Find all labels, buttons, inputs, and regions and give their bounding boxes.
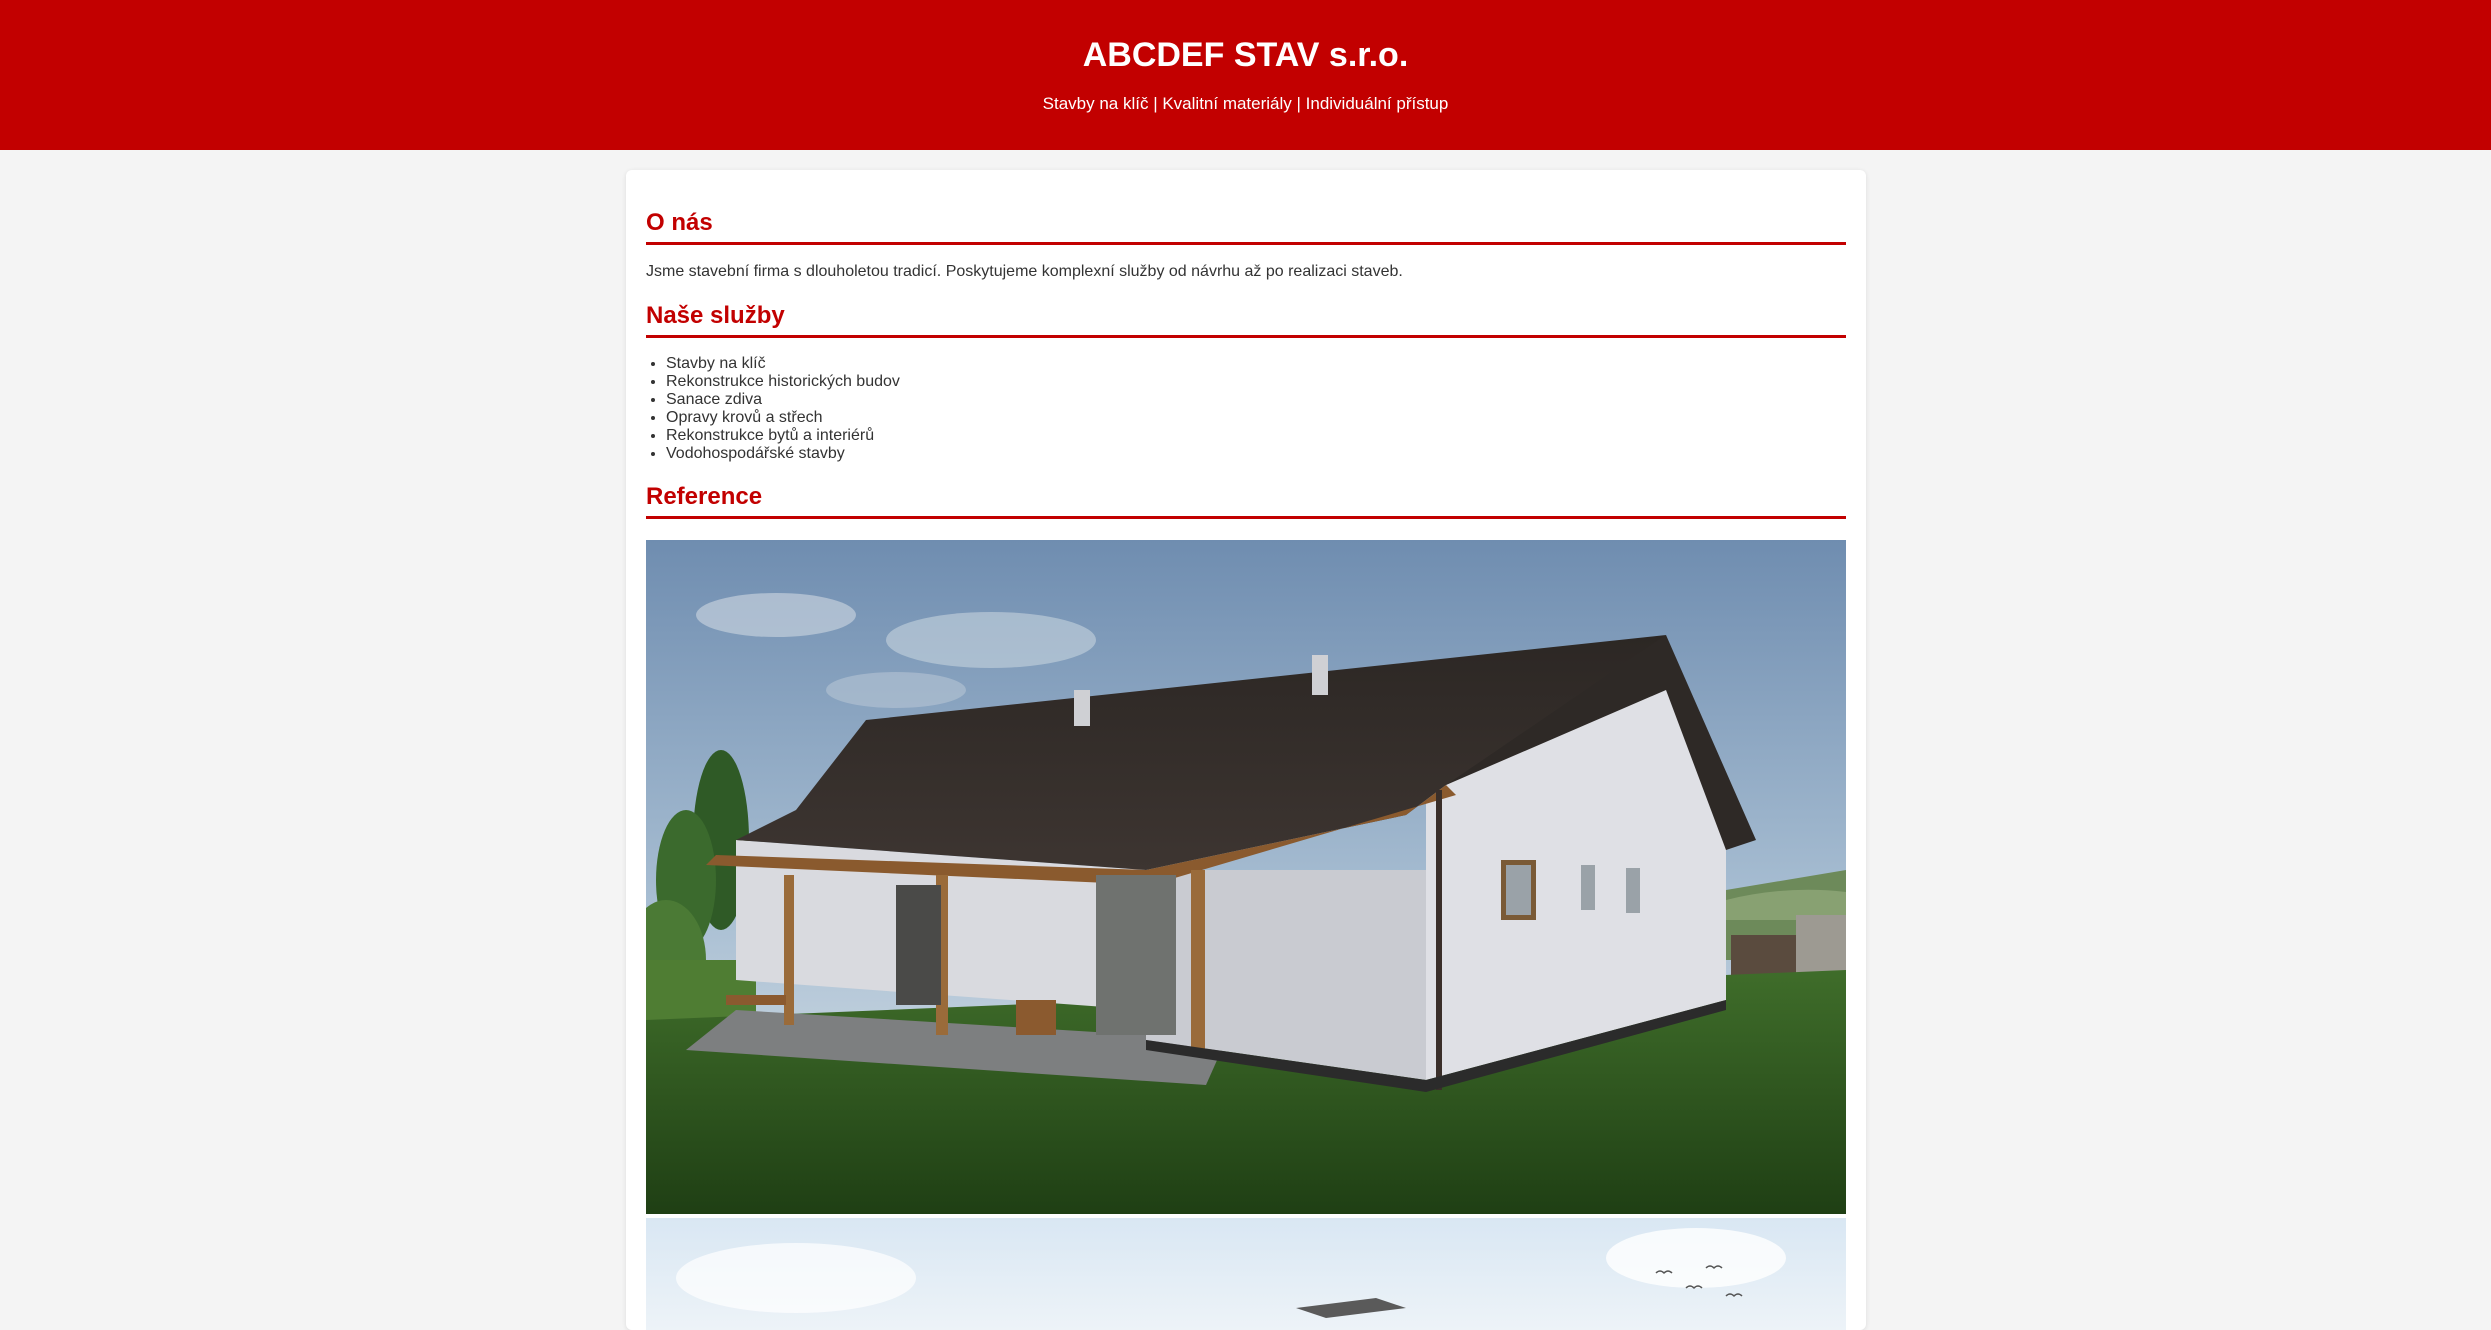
site-title: ABCDEF STAV s.r.o.: [1082, 36, 1409, 74]
service-item: Sanace zdiva: [666, 391, 900, 409]
service-item: Rekonstrukce historických budov: [666, 373, 900, 391]
about-text: Jsme stavební firma s dlouholetou tradic…: [646, 263, 1403, 280]
about-heading: O nás: [646, 208, 1846, 245]
reference-image-house-1: [646, 540, 1846, 1214]
site-header: ABCDEF STAV s.r.o. Stavby na klíč | Kval…: [0, 0, 2491, 150]
service-item: Stavby na klíč: [666, 355, 900, 373]
content-card: O nás Jsme stavební firma s dlouholetou …: [626, 170, 1866, 1330]
service-item: Rekonstrukce bytů a interiérů: [666, 427, 900, 445]
service-item: Vodohospodářské stavby: [666, 445, 900, 463]
site-tagline: Stavby na klíč | Kvalitní materiály | In…: [1042, 94, 1449, 113]
service-item: Opravy krovů a střech: [666, 409, 900, 427]
reference-heading: Reference: [646, 482, 1846, 519]
reference-image-house-2: [646, 1218, 1846, 1330]
services-list: Stavby na klíč Rekonstrukce historických…: [646, 355, 900, 463]
services-heading: Naše služby: [646, 301, 1846, 338]
